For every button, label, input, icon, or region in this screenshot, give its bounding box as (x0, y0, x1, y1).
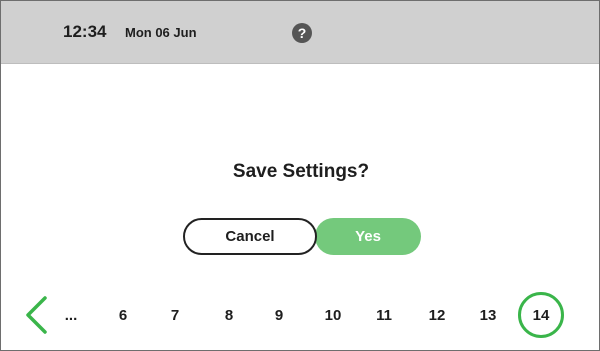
page-item[interactable]: 11 (362, 304, 406, 326)
page-item[interactable]: 12 (415, 304, 459, 326)
dialog-title: Save Settings? (232, 161, 370, 182)
page-item[interactable]: 6 (101, 304, 145, 326)
page-item[interactable]: 10 (311, 304, 355, 326)
clock-time: 12:34 (63, 22, 107, 41)
cancel-button[interactable]: Cancel (183, 218, 317, 255)
status-bar: 12:34 Mon 06 Jun ? (1, 1, 599, 64)
page-item[interactable]: 7 (153, 304, 197, 326)
chevron-left-icon[interactable] (23, 294, 49, 336)
help-icon[interactable]: ? (292, 23, 312, 43)
device-screen: 12:34 Mon 06 Jun ? Save Settings? Yes Ca… (0, 0, 600, 351)
clock-date: Mon 06 Jun (125, 25, 197, 40)
page-item[interactable]: 13 (466, 304, 510, 326)
page-item-current[interactable]: 14 (518, 292, 564, 338)
page-item[interactable]: 8 (207, 304, 251, 326)
yes-button[interactable]: Yes (315, 218, 421, 255)
pagination-ellipsis: ... (64, 306, 78, 324)
page-item[interactable]: 9 (257, 304, 301, 326)
